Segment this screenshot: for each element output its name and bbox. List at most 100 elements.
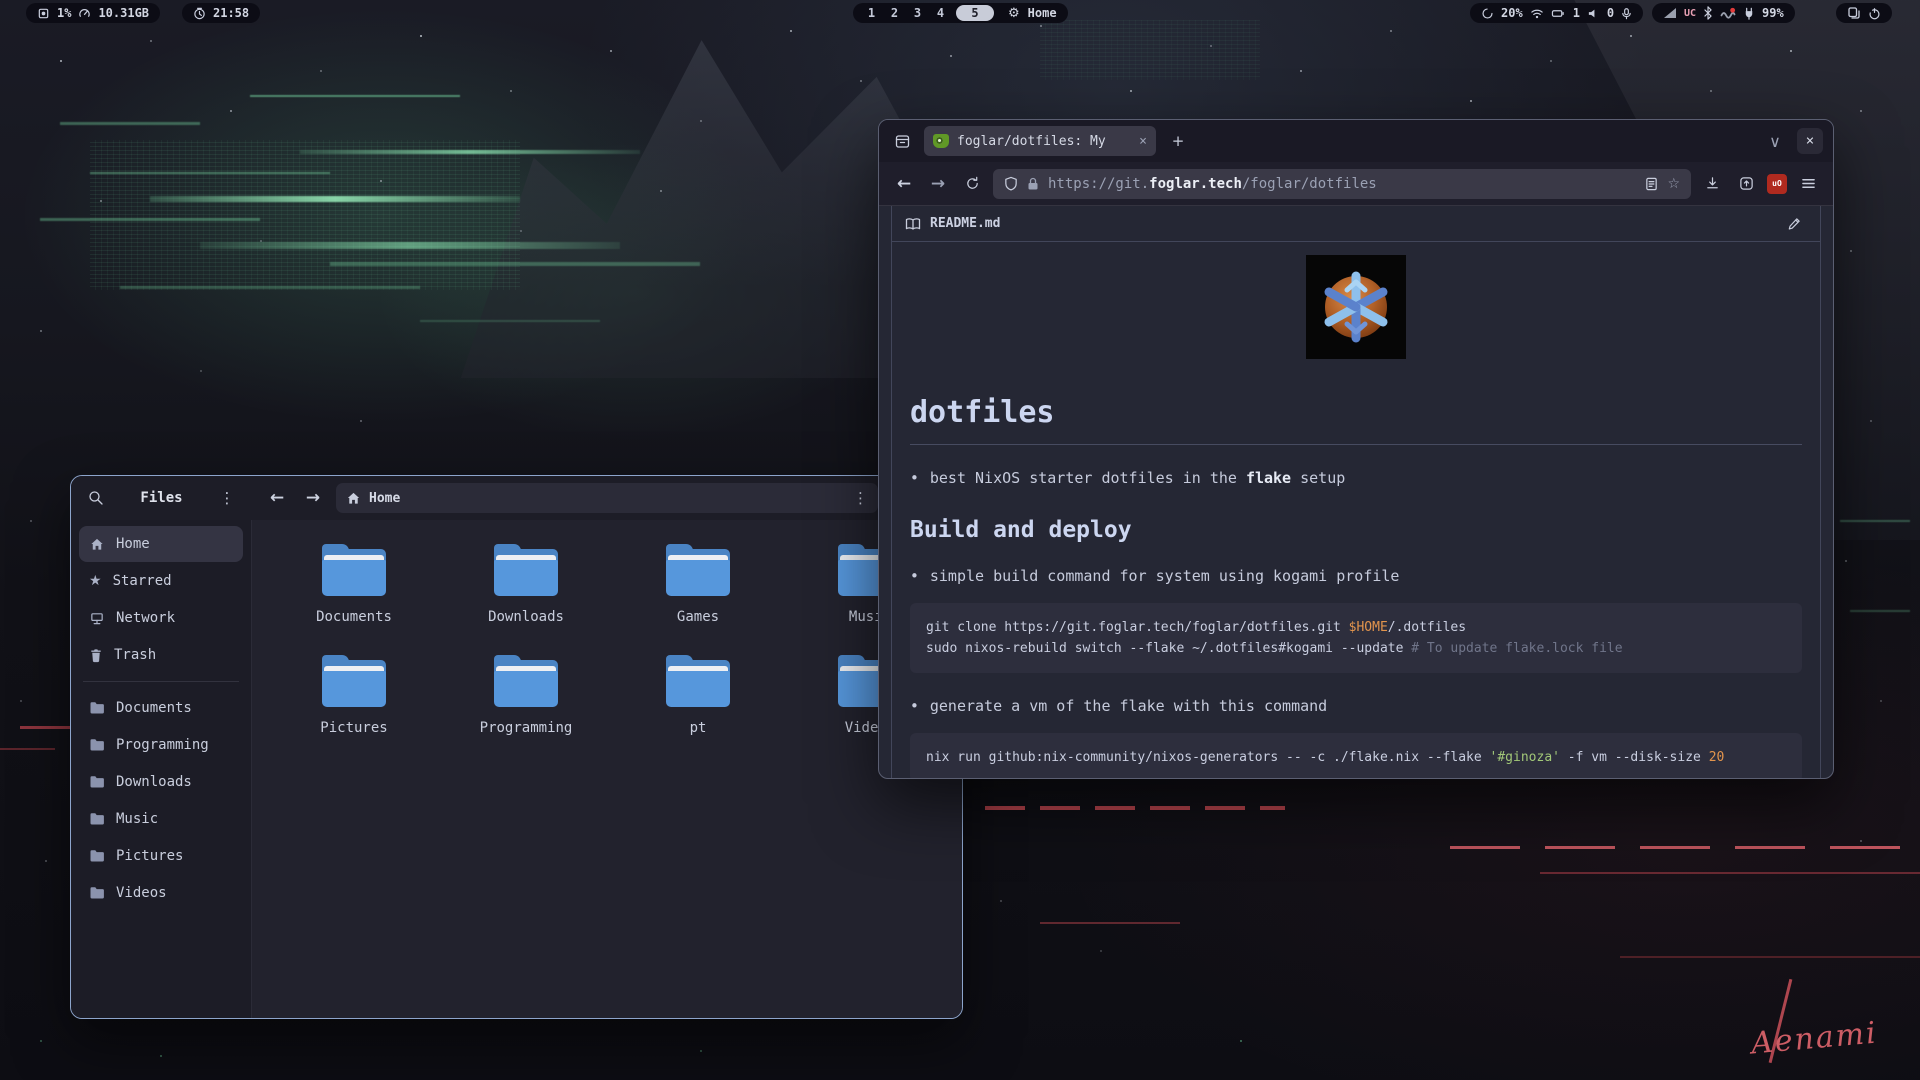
status-pill[interactable]: 20% 1 0 <box>1470 3 1643 23</box>
workspaces-pill: 1 2 3 4 5 ⚙ Home <box>853 3 1068 23</box>
sidebar-item-music[interactable]: Music <box>79 801 243 837</box>
wifi-icon <box>1530 7 1544 20</box>
bookmark-star-icon[interactable]: ☆ <box>1667 176 1680 192</box>
clipboard-icon <box>1847 6 1861 20</box>
folder-item[interactable]: Downloads <box>440 544 612 625</box>
current-location: Home <box>369 491 400 506</box>
folder-item[interactable]: Documents <box>268 544 440 625</box>
url-bar[interactable]: https://git.foglar.tech/foglar/dotfiles … <box>993 169 1691 199</box>
app-menu-button[interactable]: ⋮ <box>214 485 240 511</box>
files-sidebar-header: Files ⋮ <box>71 476 252 520</box>
window-close-button[interactable]: × <box>1797 128 1823 154</box>
readme-header: README.md <box>892 206 1820 242</box>
browser-window: foglar/dotfiles: My × + ∨ × ← → https://… <box>878 119 1834 779</box>
back-button[interactable]: ← <box>264 485 290 511</box>
power-icon <box>1868 7 1881 20</box>
browser-forward-button[interactable]: → <box>925 171 951 197</box>
search-icon[interactable] <box>83 485 109 511</box>
path-bar[interactable]: Home ⋮ <box>336 483 878 513</box>
folder-icon <box>89 701 105 715</box>
path-menu-button[interactable]: ⋮ <box>853 491 868 506</box>
memory-usage: 10.31GB <box>98 6 149 20</box>
stars <box>0 0 2 2</box>
readme-bullet-build: • simple build command for system using … <box>910 567 1802 585</box>
edit-pencil-icon[interactable] <box>1781 211 1807 237</box>
folder-icon <box>89 886 105 900</box>
browser-back-button[interactable]: ← <box>891 171 917 197</box>
sidebar-item-programming[interactable]: Programming <box>79 727 243 763</box>
sidebar-item-home[interactable]: Home <box>79 526 243 562</box>
files-body: Home ★ Starred Network Trash Documen <box>71 520 962 1018</box>
session-pill[interactable] <box>1836 3 1892 23</box>
cpu-usage: 1% <box>57 6 71 20</box>
folder-item[interactable]: pt <box>612 655 784 736</box>
sidebar-item-downloads[interactable]: Downloads <box>79 764 243 800</box>
sidebar-item-documents[interactable]: Documents <box>79 690 243 726</box>
sidebar-item-videos[interactable]: Videos <box>79 875 243 911</box>
pixel-aurora-right <box>1040 20 1260 80</box>
readme-title: dotfiles <box>910 395 1802 445</box>
desktop: Aenami 1% 10.31GB 21:58 1 2 3 4 5 ⚙ Home… <box>0 0 1920 1080</box>
folder-icon <box>89 849 105 863</box>
sidebar-item-pictures[interactable]: Pictures <box>79 838 243 874</box>
url-text: https://git.foglar.tech/foglar/dotfiles <box>1048 176 1636 192</box>
app-title: Files <box>140 490 182 506</box>
battery-percent: 99% <box>1762 6 1784 20</box>
clock-pill[interactable]: 21:58 <box>182 3 260 23</box>
workspace-1[interactable]: 1 <box>864 6 879 20</box>
extension-icon[interactable] <box>1733 171 1759 197</box>
workspace-5-active[interactable]: 5 <box>956 5 994 21</box>
folder-item[interactable]: Programming <box>440 655 612 736</box>
folder-label: pt <box>690 720 707 736</box>
home-icon <box>89 537 105 552</box>
files-headerbar: Files ⋮ ← → Home ⋮ ⋮ <box>71 476 962 520</box>
readme-filename: README.md <box>930 216 1000 231</box>
reader-view-icon[interactable] <box>1645 177 1658 191</box>
folder-grid: Documents Downloads Games Music <box>252 520 962 736</box>
volume-percent: 20% <box>1501 6 1523 20</box>
workspace-3[interactable]: 3 <box>910 6 925 20</box>
gitea-favicon <box>933 134 949 148</box>
folder-label: Games <box>677 609 719 625</box>
tab-list-chevron-icon[interactable]: ∨ <box>1762 128 1788 154</box>
workspace-4[interactable]: 4 <box>933 6 948 20</box>
sidebar-divider <box>83 681 239 682</box>
home-icon <box>346 491 361 506</box>
bullet-icon: • <box>910 469 919 487</box>
folder-icon <box>494 544 558 596</box>
folder-label: Documents <box>316 609 392 625</box>
folder-icon <box>89 738 105 752</box>
hamburger-menu-icon[interactable] <box>1795 171 1821 197</box>
memory-gauge-icon <box>78 7 91 20</box>
tray-pill[interactable]: UC 99% <box>1652 3 1795 23</box>
new-tab-button[interactable]: + <box>1165 128 1191 154</box>
notification-wave-icon <box>1720 7 1736 20</box>
system-stats-pill[interactable]: 1% 10.31GB <box>26 3 160 23</box>
pixel-aurora-left <box>90 140 520 290</box>
clock-time: 21:58 <box>213 6 249 20</box>
tab-sidebar-toggle-icon[interactable] <box>889 128 915 154</box>
tracking-shield-icon <box>1004 176 1018 191</box>
browser-tab[interactable]: foglar/dotfiles: My × <box>924 126 1156 156</box>
forward-button[interactable]: → <box>300 485 326 511</box>
ublock-icon[interactable]: uO <box>1767 174 1787 194</box>
bluetooth-icon <box>1703 6 1713 20</box>
folder-label: Downloads <box>488 609 564 625</box>
workspace-2[interactable]: 2 <box>887 6 902 20</box>
folder-item[interactable]: Games <box>612 544 784 625</box>
folder-icon <box>322 655 386 707</box>
nixos-logo <box>1306 255 1406 359</box>
sidebar-item-network[interactable]: Network <box>79 600 243 636</box>
battery-count: 1 <box>1573 6 1580 20</box>
navigation-bar: ← → https://git.foglar.tech/foglar/dotfi… <box>879 162 1833 206</box>
sidebar-item-trash[interactable]: Trash <box>79 637 243 673</box>
trash-icon <box>89 648 103 663</box>
reload-icon[interactable] <box>959 171 985 197</box>
cpu-icon <box>37 7 50 20</box>
tab-close-icon[interactable]: × <box>1139 134 1147 149</box>
downloads-icon[interactable] <box>1699 171 1725 197</box>
tray-app-icon: UC <box>1684 8 1696 19</box>
folder-label: Programming <box>480 720 573 736</box>
folder-item[interactable]: Pictures <box>268 655 440 736</box>
sidebar-item-starred[interactable]: ★ Starred <box>79 563 243 599</box>
